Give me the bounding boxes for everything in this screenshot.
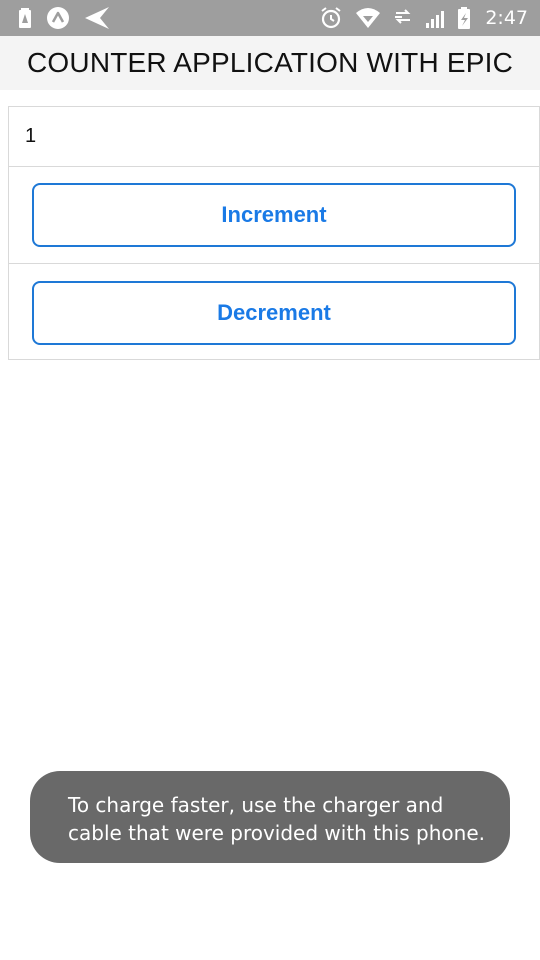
- status-bar-left: [18, 6, 124, 30]
- toast-message: To charge faster, use the charger and ca…: [30, 771, 510, 863]
- increment-row: Increment: [9, 167, 539, 264]
- alarm-icon: [319, 6, 343, 30]
- signal-icon: [425, 8, 445, 28]
- counter-card: 1 Increment Decrement: [8, 106, 540, 360]
- increment-button[interactable]: Increment: [32, 183, 516, 247]
- page-title: COUNTER APPLICATION WITH EPIC: [27, 47, 513, 78]
- status-time: 2:47: [485, 7, 528, 29]
- status-bar: 2:47: [0, 0, 540, 36]
- app-header: COUNTER APPLICATION WITH EPIC: [0, 36, 540, 90]
- data-icon: [393, 8, 413, 28]
- decrement-button[interactable]: Decrement: [32, 280, 516, 345]
- status-bar-right: 2:47: [307, 6, 528, 30]
- battery-icon: [457, 7, 471, 29]
- app-logo-icon: [46, 6, 70, 30]
- battery-alert-icon: [18, 8, 32, 28]
- counter-value: 1: [25, 125, 37, 147]
- toast-line-1: To charge faster, use the charger and: [68, 793, 444, 817]
- send-icon: [84, 6, 110, 30]
- toast-line-2: cable that were provided with this phone…: [68, 821, 485, 845]
- counter-value-row: 1: [9, 107, 539, 167]
- wifi-icon: [355, 7, 381, 29]
- decrement-row: Decrement: [9, 264, 539, 361]
